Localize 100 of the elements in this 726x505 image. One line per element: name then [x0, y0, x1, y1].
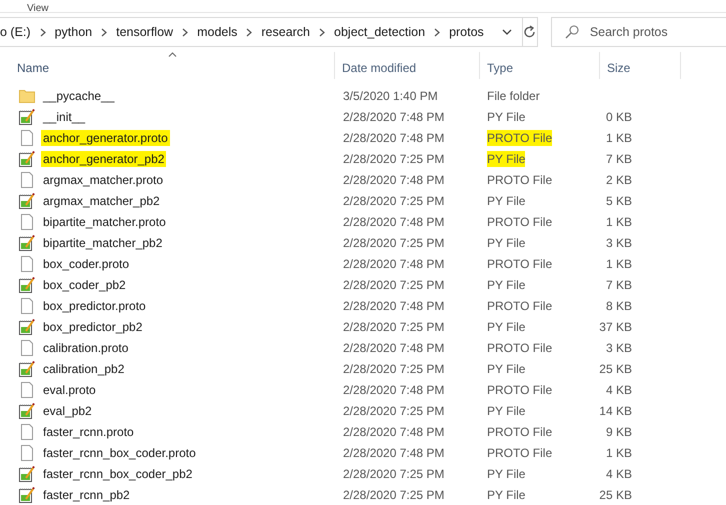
file-type: PY File: [487, 318, 526, 334]
date-modified: 2/28/2020 7:48 PM: [343, 130, 446, 144]
breadcrumb[interactable]: python: [54, 25, 92, 39]
file-name[interactable]: __pycache__: [41, 88, 116, 104]
file-name[interactable]: anchor_generator.proto: [41, 130, 170, 146]
column-header[interactable]: Size: [600, 52, 681, 79]
blank-document-icon: [21, 298, 33, 314]
blank-document-icon: [21, 424, 33, 440]
blank-document-icon: [21, 256, 33, 272]
notepad-document-icon: [19, 276, 35, 292]
column-header[interactable]: Type: [480, 52, 600, 79]
address-bar[interactable]: o (E:) python tensorflow models research object_detection protos: [0, 17, 523, 47]
notepad-document-icon: [19, 150, 35, 166]
file-type: File folder: [487, 88, 540, 104]
file-size: 2 KB: [606, 172, 632, 186]
breadcrumb[interactable]: tensorflow: [116, 25, 174, 39]
breadcrumb[interactable]: o (E:): [0, 25, 31, 39]
file-type: PROTO File: [487, 130, 552, 146]
blank-document-icon: [21, 444, 33, 460]
file-size: 1 KB: [606, 256, 632, 270]
chevron-icon: [434, 28, 440, 36]
chevron-icon: [319, 28, 326, 36]
date-modified: 2/28/2020 7:25 PM: [343, 152, 446, 166]
file-name[interactable]: calibration_pb2: [41, 360, 126, 376]
file-size: 5 KB: [606, 194, 632, 208]
date-modified: 2/28/2020 7:25 PM: [343, 362, 446, 376]
file-size: 0 KB: [606, 110, 632, 124]
file-name[interactable]: bipartite_matcher_pb2: [41, 234, 164, 250]
file-size: 4 KB: [606, 466, 632, 480]
date-modified: 3/5/2020 1:40 PM: [343, 88, 439, 102]
date-modified: 2/28/2020 7:48 PM: [343, 214, 446, 228]
date-modified: 2/28/2020 7:25 PM: [343, 320, 446, 334]
ribbon-tab[interactable]: View: [27, 3, 48, 14]
search-field[interactable]: Search protos: [550, 17, 726, 47]
file-type: PROTO File: [487, 382, 552, 398]
date-modified: 2/28/2020 7:48 PM: [343, 110, 446, 124]
file-name[interactable]: box_predictor.proto: [41, 298, 148, 314]
file-type: PY File: [487, 466, 526, 482]
notepad-document-icon: [19, 486, 35, 502]
file-name[interactable]: bipartite_matcher.proto: [41, 214, 168, 230]
file-name[interactable]: faster_rcnn_box_coder.proto: [41, 444, 198, 460]
date-modified: 2/28/2020 7:25 PM: [343, 194, 446, 208]
dropdown-icon[interactable]: [502, 29, 512, 35]
date-modified: 2/28/2020 7:48 PM: [343, 382, 446, 396]
file-name[interactable]: faster_rcnn_pb2: [41, 486, 132, 502]
file-type: PY File: [487, 402, 526, 418]
chevron-icon: [40, 28, 46, 36]
file-type: PY File: [487, 234, 526, 250]
file-type: PROTO File: [487, 444, 552, 460]
breadcrumb[interactable]: models: [197, 25, 238, 39]
file-name[interactable]: __init__: [41, 108, 88, 124]
file-name[interactable]: argmax_matcher.proto: [41, 172, 166, 188]
file-size: 25 KB: [599, 488, 632, 502]
column-header[interactable]: Name: [0, 52, 335, 79]
file-name[interactable]: box_predictor_pb2: [41, 318, 144, 334]
file-type: PY File: [487, 150, 526, 166]
blank-document-icon: [21, 382, 33, 398]
file-name[interactable]: box_coder.proto: [41, 256, 132, 272]
file-type: PY File: [487, 108, 526, 124]
breadcrumb[interactable]: research: [261, 25, 310, 39]
blank-document-icon: [21, 172, 33, 188]
file-size: 25 KB: [599, 362, 632, 376]
sort-caret-icon: [168, 52, 177, 57]
date-modified: 2/28/2020 7:48 PM: [343, 340, 446, 354]
file-name[interactable]: argmax_matcher_pb2: [41, 192, 162, 208]
file-type: PY File: [487, 360, 526, 376]
file-size: 14 KB: [599, 404, 632, 418]
chevron-icon: [182, 28, 188, 36]
file-name[interactable]: box_coder_pb2: [41, 276, 128, 292]
date-modified: 2/28/2020 7:48 PM: [343, 446, 446, 460]
file-type: PY File: [487, 486, 526, 502]
file-name[interactable]: calibration.proto: [41, 340, 130, 356]
breadcrumb[interactable]: object_detection: [334, 25, 426, 39]
date-modified: 2/28/2020 7:25 PM: [343, 278, 446, 292]
file-name[interactable]: eval.proto: [41, 382, 98, 398]
file-type: PY File: [487, 276, 526, 292]
column-header[interactable]: Date modified: [335, 52, 480, 79]
file-type: PROTO File: [487, 340, 552, 356]
file-size: 7 KB: [606, 278, 632, 292]
file-type: PROTO File: [487, 298, 552, 314]
refresh-button[interactable]: [522, 17, 538, 47]
chevron-icon: [101, 28, 108, 36]
notepad-document-icon: [19, 192, 35, 208]
date-modified: 2/28/2020 7:48 PM: [343, 424, 446, 438]
file-size: 37 KB: [599, 320, 632, 334]
date-modified: 2/28/2020 7:48 PM: [343, 172, 446, 186]
file-size: 1 KB: [606, 214, 632, 228]
file-type: PROTO File: [487, 214, 552, 230]
file-name[interactable]: faster_rcnn.proto: [41, 424, 136, 440]
file-name[interactable]: eval_pb2: [41, 402, 94, 418]
refresh-icon: [522, 25, 537, 39]
file-size: 9 KB: [606, 424, 632, 438]
notepad-document-icon: [19, 234, 35, 250]
file-size: 1 KB: [606, 130, 632, 144]
file-name[interactable]: anchor_generator_pb2: [41, 150, 166, 166]
file-name[interactable]: faster_rcnn_box_coder_pb2: [41, 466, 194, 482]
file-type: PROTO File: [487, 172, 552, 188]
breadcrumb[interactable]: protos: [449, 25, 484, 39]
notepad-document-icon: [19, 466, 35, 482]
date-modified: 2/28/2020 7:25 PM: [343, 236, 446, 250]
